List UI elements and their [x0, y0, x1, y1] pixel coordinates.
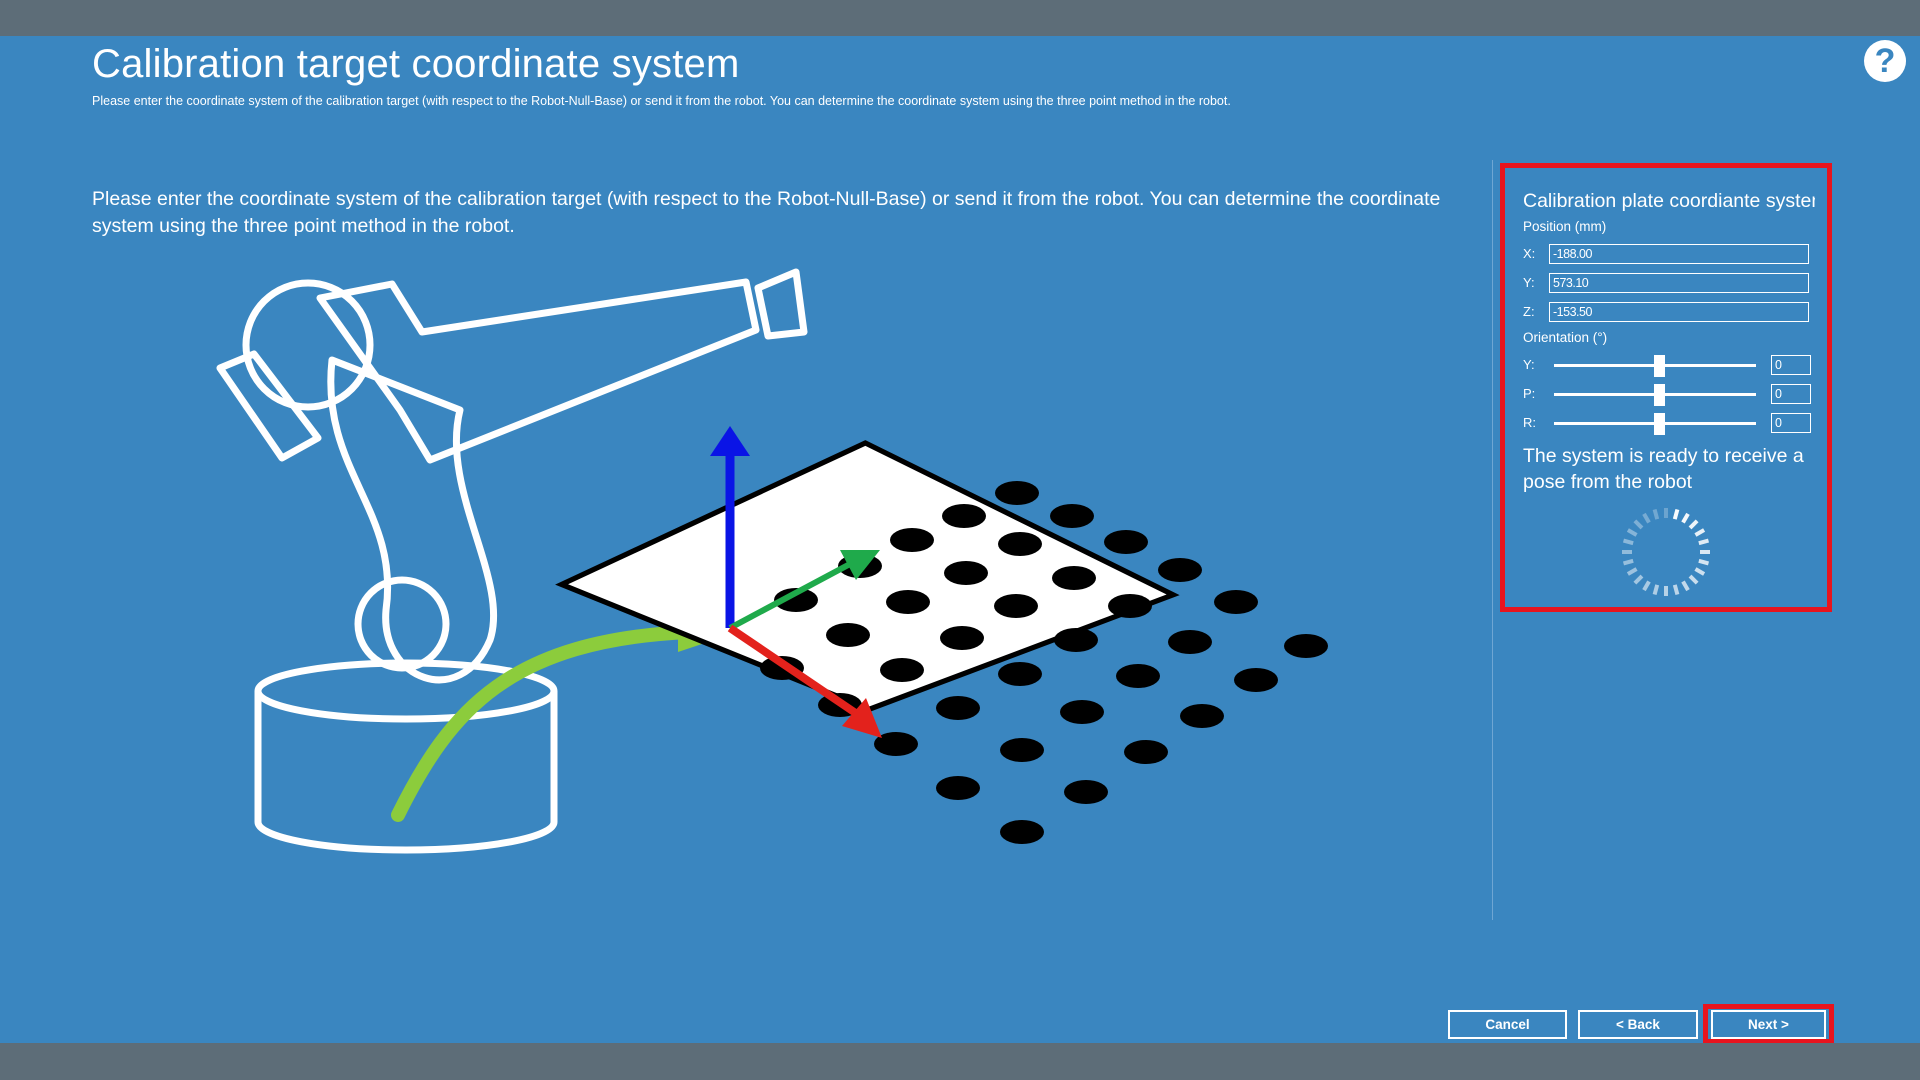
spinner-tick [1622, 538, 1634, 546]
spinner-tick [1698, 538, 1710, 546]
spinner-tick [1694, 528, 1706, 537]
spinner-tick [1688, 519, 1699, 530]
spinner-tick [1622, 558, 1634, 566]
orientation-pitch-row: P: [1523, 379, 1811, 408]
orientation-label: Orientation (°) [1523, 330, 1608, 345]
orientation-yaw-label: Y: [1523, 357, 1535, 372]
orientation-pitch-label: P: [1523, 386, 1536, 401]
back-button[interactable]: < Back [1578, 1010, 1698, 1039]
spinner-tick [1698, 558, 1710, 566]
spinner-tick [1694, 567, 1706, 576]
spinner-tick [1626, 528, 1638, 537]
loading-spinner-icon [1622, 508, 1710, 596]
spinner-tick [1633, 574, 1644, 585]
orientation-roll-row: R: [1523, 408, 1811, 437]
spinner-tick [1672, 508, 1680, 520]
position-x-row: X: [1523, 239, 1811, 268]
title-bar [0, 0, 1920, 36]
spinner-tick [1681, 580, 1690, 592]
approach-path-arrow [391, 612, 738, 822]
spinner-tick [1681, 512, 1690, 524]
orientation-pitch-slider-thumb[interactable] [1653, 383, 1665, 406]
orientation-roll-slider[interactable] [1554, 412, 1756, 435]
orientation-pitch-input[interactable] [1771, 383, 1811, 404]
position-y-label: Y: [1523, 275, 1535, 290]
next-button[interactable]: Next > [1711, 1010, 1826, 1039]
spinner-tick [1642, 512, 1651, 524]
position-z-row: Z: [1523, 297, 1811, 326]
position-x-label: X: [1523, 246, 1536, 261]
position-x-input[interactable] [1549, 243, 1809, 264]
panel-divider [1492, 160, 1493, 920]
spinner-tick [1652, 508, 1660, 520]
spinner-tick [1642, 580, 1651, 592]
position-y-input[interactable] [1549, 272, 1809, 293]
orientation-roll-input[interactable] [1771, 412, 1811, 433]
panel-title: Calibration plate coordiante system [1523, 190, 1815, 212]
orientation-pitch-slider[interactable] [1554, 383, 1756, 406]
instructions-text: Please enter the coordinate system of th… [92, 188, 1441, 237]
position-y-row: Y: [1523, 268, 1811, 297]
cancel-button[interactable]: Cancel [1448, 1010, 1567, 1039]
calibration-illustration [216, 268, 1328, 854]
orientation-roll-slider-thumb[interactable] [1653, 412, 1665, 435]
spinner-tick [1626, 567, 1638, 576]
spinner-tick [1672, 584, 1680, 596]
page-subtitle: Please enter the coordinate system of th… [92, 94, 1231, 108]
status-bar [0, 1043, 1920, 1080]
orientation-yaw-input[interactable] [1771, 354, 1811, 375]
help-icon[interactable]: ? [1864, 40, 1906, 82]
status-message: The system is ready to receive a pose fr… [1523, 445, 1804, 493]
position-z-input[interactable] [1549, 301, 1809, 322]
orientation-yaw-row: Y: [1523, 350, 1811, 379]
calibration-plate-panel: Calibration plate coordiante system Posi… [1500, 163, 1832, 612]
orientation-roll-label: R: [1523, 415, 1536, 430]
spinner-tick [1688, 574, 1699, 585]
spinner-tick [1652, 584, 1660, 596]
spinner-tick [1633, 519, 1644, 530]
orientation-yaw-slider-thumb[interactable] [1653, 354, 1665, 377]
position-z-label: Z: [1523, 304, 1535, 319]
position-label: Position (mm) [1523, 219, 1607, 234]
page-title: Calibration target coordinate system [92, 42, 740, 86]
orientation-yaw-slider[interactable] [1554, 354, 1756, 377]
